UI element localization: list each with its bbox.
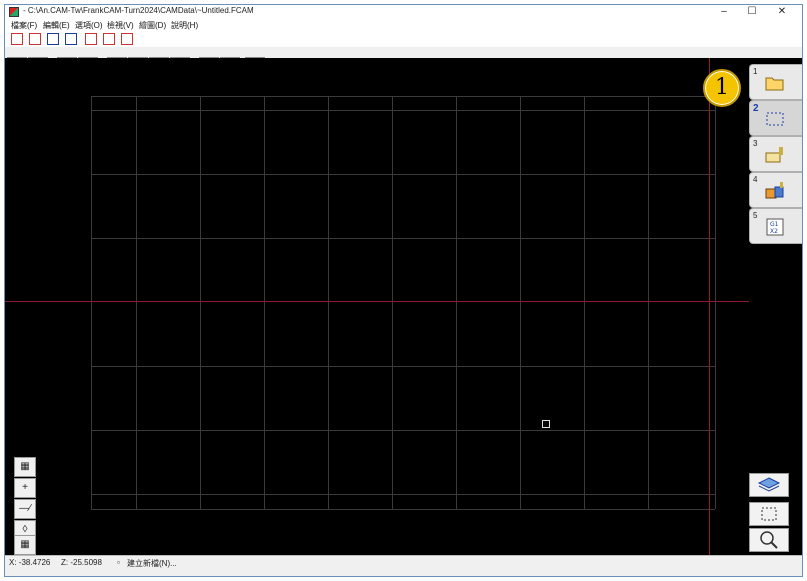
menu-view[interactable]: 檢視(V) [107, 20, 134, 31]
grid-line [520, 96, 521, 509]
grid-line [456, 96, 457, 509]
gcode-icon: G1X2 [766, 218, 784, 236]
step-number: 5 [753, 211, 758, 220]
app-window: - C:\An.CAM-Tw\FrankCAM-Turn2024\CAMData… [4, 4, 803, 577]
step-tab-3[interactable]: 3 [749, 136, 802, 172]
step-badge: 1 [703, 69, 741, 107]
grid-line [91, 430, 715, 431]
status-new-file-icon: ▫ [117, 558, 120, 567]
toolbar-main [5, 31, 802, 47]
grid-line [91, 366, 715, 367]
app-icon [9, 7, 19, 17]
status-z-coordinate: Z: -25.5098 [61, 558, 102, 567]
grid-line [328, 96, 329, 509]
chuck-icon[interactable] [103, 33, 115, 45]
layers-icon [757, 477, 781, 492]
grid-line [91, 110, 715, 111]
step-tab-1[interactable]: 1 [749, 64, 802, 100]
window-title: - C:\An.CAM-Tw\FrankCAM-Turn2024\CAMData… [23, 6, 254, 15]
fit-view-icon [761, 507, 777, 521]
maximize-button[interactable]: ☐ [738, 5, 766, 19]
fit-view-button[interactable] [749, 502, 789, 526]
zoom-button[interactable] [749, 528, 789, 552]
step-number: 1 [753, 67, 758, 76]
grid-line [648, 96, 649, 509]
status-x-coordinate: X: -38.4726 [9, 558, 51, 567]
tailstock-icon[interactable] [121, 33, 133, 45]
grid-line [392, 96, 393, 509]
menu-edit[interactable]: 編輯(E) [43, 20, 70, 31]
status-bar: X: -38.4726 Z: -25.5098 ▫ 建立新檔(N)... [5, 555, 802, 576]
svg-text:X2: X2 [770, 228, 778, 235]
step-tab-5[interactable]: 5 G1 X2 [749, 208, 802, 244]
stock-boundary-icon [766, 112, 784, 126]
grid-line [91, 509, 715, 510]
drawing-canvas[interactable] [5, 58, 749, 555]
z-axis-line [709, 58, 710, 555]
svg-text:G1: G1 [770, 221, 779, 228]
title-bar: - C:\An.CAM-Tw\FrankCAM-Turn2024\CAMData… [5, 5, 802, 19]
stock-icon[interactable] [85, 33, 97, 45]
grid-line [91, 96, 715, 97]
close-button[interactable]: ✕ [768, 5, 796, 19]
grid-line [264, 96, 265, 509]
open-folder-icon [765, 77, 784, 91]
menu-bar: 檔案(F) 編輯(E) 選項(O) 檢視(V) 繪圖(D) 說明(H) [5, 19, 802, 31]
grid-line [136, 96, 137, 509]
x-axis-line [5, 301, 749, 302]
tool-setup-icon [765, 147, 783, 163]
grid-tool-button[interactable]: ▦ [14, 535, 36, 555]
step-number: 4 [753, 175, 758, 184]
zoom-icon [760, 531, 778, 549]
grid-line [91, 238, 715, 239]
axis-tool-button[interactable]: + [14, 478, 36, 498]
step-number: 2 [753, 103, 759, 114]
grid-line [200, 96, 201, 509]
new-file-icon[interactable] [11, 33, 23, 45]
step-tab-2[interactable]: 2 [749, 100, 802, 136]
origin-icon[interactable] [29, 33, 41, 45]
menu-options[interactable]: 選項(O) [75, 20, 103, 31]
menu-draw[interactable]: 繪圖(D) [139, 20, 166, 31]
grid-line [584, 96, 585, 509]
menu-file[interactable]: 檔案(F) [11, 20, 37, 31]
grid-line [715, 96, 716, 509]
status-message: 建立新檔(N)... [127, 559, 177, 568]
grid-line [91, 494, 715, 495]
toolpath-icon [765, 182, 784, 199]
measure-tool-button[interactable]: —∕ [14, 499, 36, 519]
point-marker[interactable] [542, 420, 550, 428]
step-tab-4[interactable]: 4 [749, 172, 802, 208]
menu-help[interactable]: 說明(H) [171, 20, 198, 31]
minimize-button[interactable]: – [710, 5, 738, 19]
grid-icon[interactable] [65, 33, 77, 45]
grid-line [91, 96, 92, 509]
grid-line [91, 174, 715, 175]
step-number: 3 [753, 139, 758, 148]
layers-button[interactable] [749, 473, 789, 497]
dimension-icon[interactable] [47, 33, 59, 45]
layer-tool-button[interactable]: ▦ [14, 457, 36, 477]
